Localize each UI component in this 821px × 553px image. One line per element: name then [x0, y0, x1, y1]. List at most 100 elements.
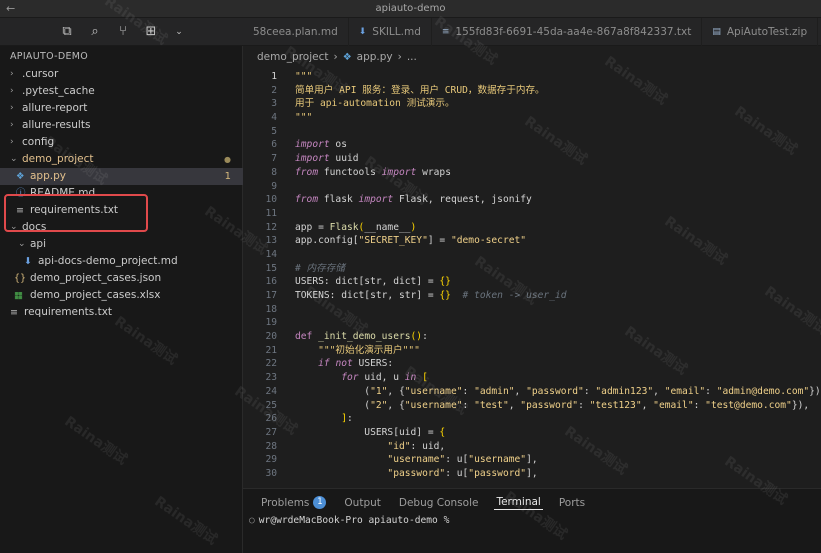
code-line[interactable]: 11	[243, 207, 821, 221]
tree-item-allure-report[interactable]: › allure-report	[0, 100, 243, 117]
code-text: 用于 api-automation 测试演示。	[295, 98, 455, 110]
breadcrumb-symbol[interactable]: ...	[407, 51, 417, 63]
code-line[interactable]: 30 "password": u["password"],	[243, 467, 821, 481]
extensions-icon[interactable]: ⊞	[144, 24, 158, 40]
code-text: """	[295, 71, 313, 82]
code-line[interactable]: 15 # 内存存储	[243, 262, 821, 276]
search-icon[interactable]: ⌕	[88, 24, 102, 40]
code-line[interactable]: 4 """	[243, 111, 821, 125]
source-control-icon[interactable]: ⑂	[116, 24, 130, 40]
chevron-down-icon[interactable]: ⌄	[172, 24, 186, 40]
panel-tabs: Problems 1 Output Debug Console Terminal…	[259, 495, 587, 510]
code-text: "id": uid,	[387, 440, 446, 452]
tree-item-pytest-cache[interactable]: › .pytest_cache	[0, 83, 243, 100]
code-line[interactable]: 21 """初始化演示用户"""	[243, 344, 821, 358]
line-number: 2	[271, 84, 277, 96]
line-number: 4	[271, 112, 277, 124]
chevron-right-icon: ›	[10, 69, 14, 79]
tab-txt-file[interactable]: ≡ 155fd83f-6691-45da-aa4e-867a8f842337.t…	[432, 18, 703, 46]
tab-zip-file[interactable]: ▤ ApiAutoTest.zip	[702, 18, 819, 46]
code-editor[interactable]: demo_project › ❖ app.py › ... 1 """ 2 简单用户 …	[243, 46, 821, 488]
tab-label: Ports	[558, 496, 586, 509]
tab-terminal[interactable]: Terminal	[494, 495, 543, 510]
code-line[interactable]: 17 TOKENS: dict[str, str] = {} # token ->…	[243, 289, 821, 303]
line-number: 27	[265, 426, 277, 438]
code-line[interactable]: 9	[243, 180, 821, 194]
line-number: 18	[265, 303, 277, 315]
tree-item-demo-project[interactable]: ⌄ demo_project ●	[0, 151, 243, 168]
problems-count-badge: 1	[313, 496, 327, 509]
breadcrumb-folder[interactable]: demo_project	[257, 51, 328, 63]
code-line[interactable]: 8 from functools import wraps	[243, 166, 821, 180]
tree-item-cursor[interactable]: › .cursor	[0, 66, 243, 83]
code-text: ("1", {"username": "admin", "password": …	[295, 385, 821, 397]
terminal-line[interactable]: ○ wr@wrdeMacBook-Pro apiauto-demo %	[249, 515, 449, 526]
tree-item-label: requirements.txt	[24, 306, 113, 318]
code-line[interactable]: 2 简单用户 API 服务：登录、用户 CRUD，数据存于内存。	[243, 84, 821, 98]
code-line[interactable]: 7 import uuid	[243, 152, 821, 166]
line-number: 10	[265, 194, 277, 206]
code-text: "username": u["username"],	[387, 454, 538, 466]
code-line[interactable]: 28 "id": uid,	[243, 440, 821, 454]
code-line[interactable]: 18	[243, 303, 821, 317]
tab-skill-md[interactable]: ⬇ SKILL.md	[349, 18, 432, 46]
top-row: ⧉ ⌕ ⑂ ⊞ ⌄ 58ceea.plan.md ⬇ SKILL.md ≡ 15…	[0, 18, 821, 46]
python-file-icon: ❖	[16, 171, 25, 182]
tab-label: 155fd83f-6691-45da-aa4e-867a8f842337.txt	[455, 26, 692, 38]
code-line[interactable]: 24 ("1", {"username": "admin", "password…	[243, 385, 821, 399]
tree-item-cases-xlsx[interactable]: ▦ demo_project_cases.xlsx	[0, 287, 243, 304]
tree-item-label: api	[30, 238, 47, 250]
tree-item-api[interactable]: ⌄ api	[0, 236, 243, 253]
tree-item-app-py[interactable]: ❖ app.py 1	[0, 168, 243, 185]
chevron-right-icon: ›	[10, 120, 14, 130]
code-line[interactable]: 6 import os	[243, 138, 821, 152]
explorer-toolbar: ⧉ ⌕ ⑂ ⊞ ⌄	[60, 24, 186, 40]
tab-problems[interactable]: Problems 1	[259, 495, 328, 510]
tab-plan-md[interactable]: 58ceea.plan.md	[243, 18, 349, 46]
tab-debug-console[interactable]: Debug Console	[397, 496, 481, 510]
tree-item-allure-results[interactable]: › allure-results	[0, 117, 243, 134]
line-number: 1	[271, 71, 277, 82]
line-number: 8	[271, 166, 277, 178]
line-number: 29	[265, 454, 277, 466]
code-line[interactable]: 19	[243, 316, 821, 330]
code-line[interactable]: 10 from flask import Flask, request, json…	[243, 193, 821, 207]
code-text: TOKENS: dict[str, str] = {} # token -> u…	[295, 290, 567, 301]
code-line[interactable]: 20 def _init_demo_users():	[243, 330, 821, 344]
tree-item-config[interactable]: › config	[0, 134, 243, 151]
chevron-right-icon: ›	[10, 137, 14, 147]
chevron-right-icon: ›	[10, 103, 14, 113]
line-number: 3	[271, 98, 277, 110]
tree-item-label: api-docs-demo_project.md	[38, 255, 178, 267]
tree-item-label: allure-report	[22, 102, 88, 114]
code-line[interactable]: 29 "username": u["username"],	[243, 453, 821, 467]
code-line[interactable]: 3 用于 api-automation 测试演示。	[243, 97, 821, 111]
code-line[interactable]: 23 for uid, u in [	[243, 371, 821, 385]
tab-output[interactable]: Output	[342, 496, 382, 510]
code-line[interactable]: 13 app.config["SECRET_KEY"] = "demo-secre…	[243, 234, 821, 248]
code-text: """初始化演示用户"""	[318, 344, 420, 356]
code-line[interactable]: 5	[243, 125, 821, 139]
tree-item-api-docs-md[interactable]: ⬇ api-docs-demo_project.md	[0, 253, 243, 270]
code-text: 简单用户 API 服务：登录、用户 CRUD，数据存于内存。	[295, 84, 545, 96]
code-line[interactable]: 1 """	[243, 70, 821, 84]
code-line[interactable]: 14	[243, 248, 821, 262]
code-line[interactable]: 25 ("2", {"username": "test", "password"…	[243, 399, 821, 413]
tab-ports[interactable]: Ports	[557, 496, 587, 510]
code-line[interactable]: 22 if not USERS:	[243, 357, 821, 371]
code-line[interactable]: 16 USERS: dict[str, dict] = {}	[243, 275, 821, 289]
tree-item-cases-json[interactable]: {} demo_project_cases.json	[0, 270, 243, 287]
code-text: if not USERS:	[318, 358, 394, 370]
code-lines: 1 """ 2 简单用户 API 服务：登录、用户 CRUD，数据存于内存。 3 用于 a…	[243, 70, 821, 481]
code-text: def _init_demo_users():	[295, 331, 428, 343]
tree-item-requirements-root[interactable]: ≡ requirements.txt	[0, 304, 243, 321]
code-line[interactable]: 27 USERS[uid] = {	[243, 426, 821, 440]
copy-icon[interactable]: ⧉	[60, 24, 74, 40]
code-line[interactable]: 26 ]:	[243, 412, 821, 426]
code-line[interactable]: 12 app = Flask(__name__)	[243, 221, 821, 235]
code-text: from functools import wraps	[295, 166, 451, 178]
breadcrumb-file[interactable]: app.py	[357, 51, 393, 63]
circle-icon: ○	[249, 515, 255, 526]
line-number: 21	[265, 344, 277, 356]
tree-item-label: allure-results	[22, 119, 91, 131]
